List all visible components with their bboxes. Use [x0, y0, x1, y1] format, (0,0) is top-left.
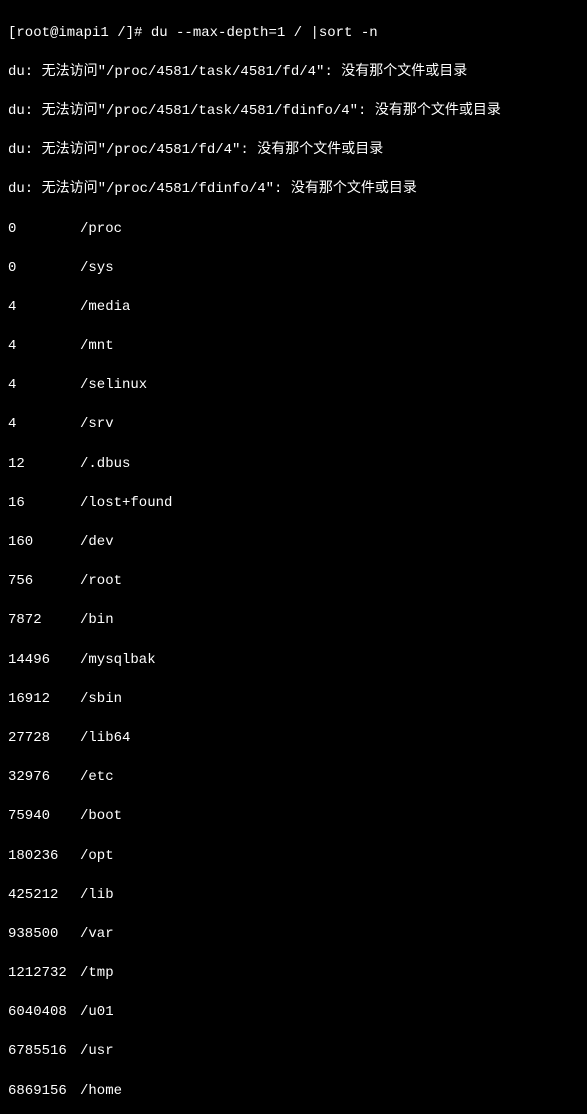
- error-line: du: 无法访问"/proc/4581/fdinfo/4": 没有那个文件或目录: [8, 180, 579, 200]
- size-value: 756: [8, 572, 80, 592]
- terminal-output: [root@imapi1 /]# du --max-depth=1 / |sor…: [8, 4, 579, 1114]
- size-value: 180236: [8, 847, 80, 867]
- du-row: 425212/lib: [8, 886, 579, 906]
- du-row: 27728/lib64: [8, 729, 579, 749]
- du-row: 14496/mysqlbak: [8, 651, 579, 671]
- path-value: /selinux: [80, 376, 147, 396]
- size-value: 4: [8, 376, 80, 396]
- size-value: 7872: [8, 611, 80, 631]
- du-row: 6869156/home: [8, 1082, 579, 1102]
- path-value: /mysqlbak: [80, 651, 156, 671]
- du-row: 16/lost+found: [8, 494, 579, 514]
- path-value: /lost+found: [80, 494, 172, 514]
- size-value: 14496: [8, 651, 80, 671]
- size-value: 16912: [8, 690, 80, 710]
- size-value: 425212: [8, 886, 80, 906]
- path-value: /boot: [80, 807, 122, 827]
- du-row: 12/.dbus: [8, 455, 579, 475]
- path-value: /opt: [80, 847, 114, 867]
- path-value: /tmp: [80, 964, 114, 984]
- size-value: 6785516: [8, 1042, 80, 1062]
- du-row: 75940/boot: [8, 807, 579, 827]
- size-value: 75940: [8, 807, 80, 827]
- path-value: /home: [80, 1082, 122, 1102]
- path-value: /lib64: [80, 729, 130, 749]
- size-value: 938500: [8, 925, 80, 945]
- du-row: 6040408/u01: [8, 1003, 579, 1023]
- du-row: 0/proc: [8, 220, 579, 240]
- size-value: 16: [8, 494, 80, 514]
- size-value: 32976: [8, 768, 80, 788]
- size-value: 1212732: [8, 964, 80, 984]
- du-row: 4/mnt: [8, 337, 579, 357]
- path-value: /.dbus: [80, 455, 130, 475]
- path-value: /mnt: [80, 337, 114, 357]
- du-row: 0/sys: [8, 259, 579, 279]
- du-row: 7872/bin: [8, 611, 579, 631]
- size-value: 6869156: [8, 1082, 80, 1102]
- command-text: du --max-depth=1 / |sort -n: [151, 25, 378, 41]
- du-row: 4/selinux: [8, 376, 579, 396]
- path-value: /lib: [80, 886, 114, 906]
- path-value: /proc: [80, 220, 122, 240]
- size-value: 27728: [8, 729, 80, 749]
- du-row: 4/media: [8, 298, 579, 318]
- prompt-prefix: [root@imapi1 /]#: [8, 25, 142, 41]
- path-value: /sbin: [80, 690, 122, 710]
- du-row: 1212732/tmp: [8, 964, 579, 984]
- path-value: /sys: [80, 259, 114, 279]
- path-value: /var: [80, 925, 114, 945]
- path-value: /media: [80, 298, 130, 318]
- error-line: du: 无法访问"/proc/4581/task/4581/fdinfo/4":…: [8, 102, 579, 122]
- error-line: du: 无法访问"/proc/4581/task/4581/fd/4": 没有那…: [8, 63, 579, 83]
- du-row: 180236/opt: [8, 847, 579, 867]
- path-value: /srv: [80, 415, 114, 435]
- size-value: 4: [8, 415, 80, 435]
- path-value: /u01: [80, 1003, 114, 1023]
- error-line: du: 无法访问"/proc/4581/fd/4": 没有那个文件或目录: [8, 141, 579, 161]
- command-prompt-line: [root@imapi1 /]# du --max-depth=1 / |sor…: [8, 24, 579, 44]
- path-value: /dev: [80, 533, 114, 553]
- du-row: 6785516/usr: [8, 1042, 579, 1062]
- du-row: 756/root: [8, 572, 579, 592]
- size-value: 0: [8, 259, 80, 279]
- size-value: 12: [8, 455, 80, 475]
- du-row: 32976/etc: [8, 768, 579, 788]
- du-row: 4/srv: [8, 415, 579, 435]
- path-value: /root: [80, 572, 122, 592]
- du-row: 160/dev: [8, 533, 579, 553]
- du-row: 938500/var: [8, 925, 579, 945]
- path-value: /usr: [80, 1042, 114, 1062]
- size-value: 4: [8, 298, 80, 318]
- size-value: 0: [8, 220, 80, 240]
- size-value: 160: [8, 533, 80, 553]
- du-row: 16912/sbin: [8, 690, 579, 710]
- path-value: /etc: [80, 768, 114, 788]
- size-value: 4: [8, 337, 80, 357]
- path-value: /bin: [80, 611, 114, 631]
- size-value: 6040408: [8, 1003, 80, 1023]
